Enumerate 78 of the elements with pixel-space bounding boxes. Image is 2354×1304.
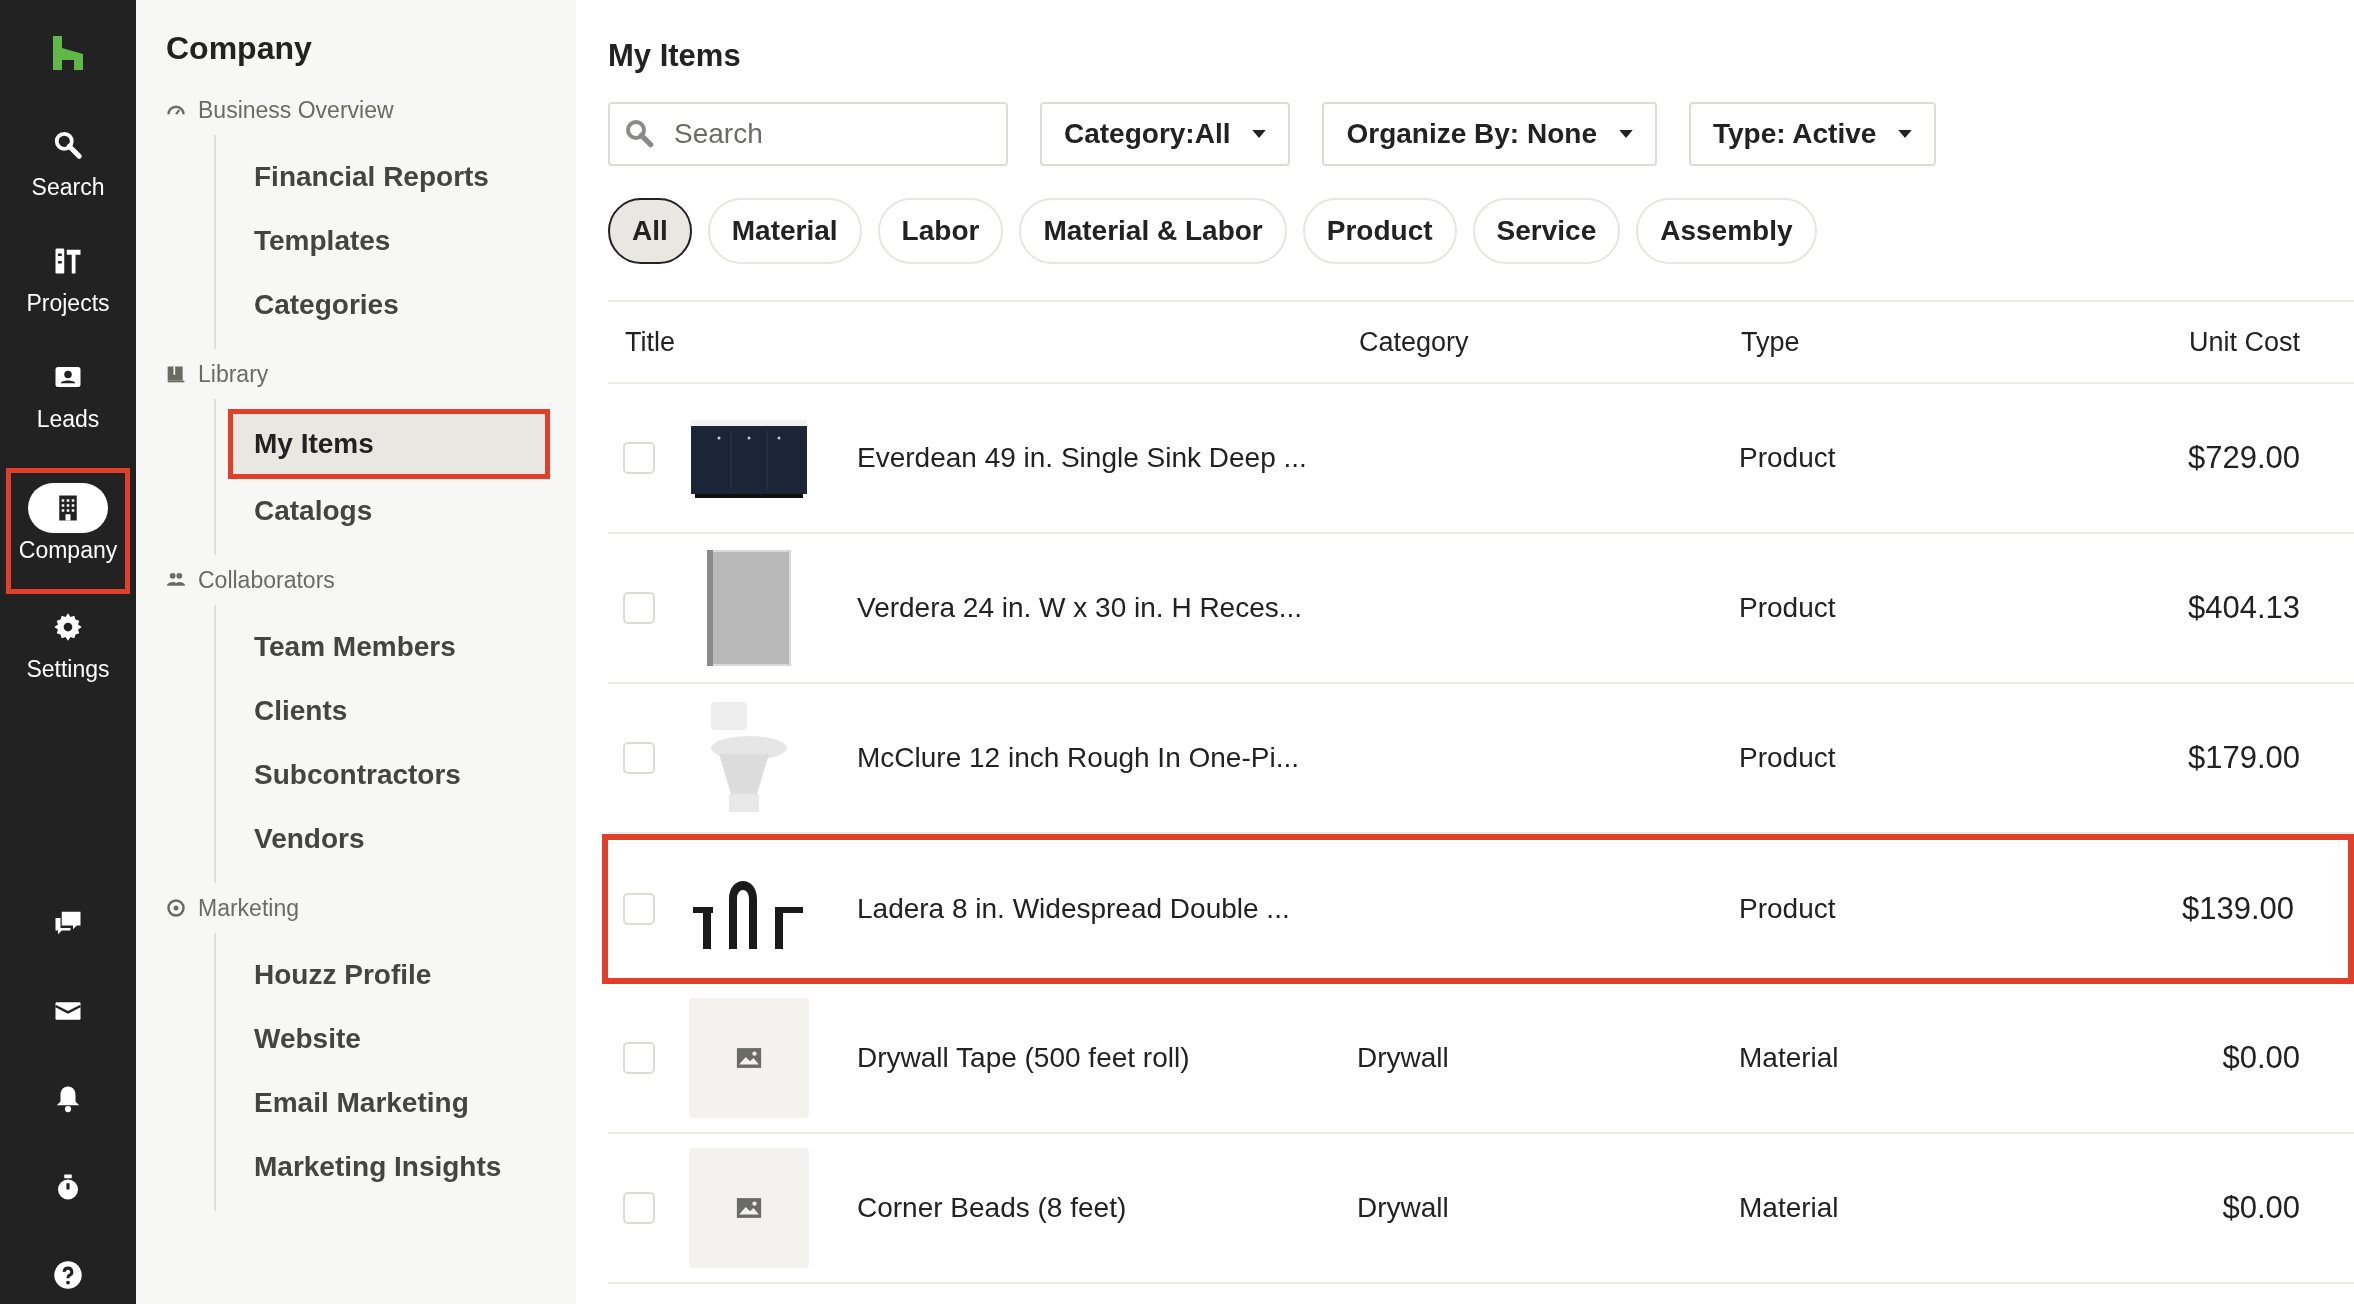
image-icon: [735, 1197, 763, 1219]
caret-icon: [1618, 129, 1633, 139]
settings-icon: [53, 612, 83, 642]
search-nav-item[interactable]: Search: [28, 120, 108, 236]
caret-icon: [1898, 129, 1913, 139]
sidebar-item[interactable]: Team Members: [216, 615, 550, 679]
settings-nav-item[interactable]: Settings: [26, 602, 110, 718]
table-cell-text: Product: [1739, 442, 1837, 474]
table-cell-text: Product: [1739, 893, 1837, 925]
table-cell-text: $404.13: [2186, 590, 2301, 626]
book-icon: [166, 364, 186, 384]
sidebar-item[interactable]: Houzz Profile: [216, 943, 550, 1007]
item-title[interactable]: Ladera 8 in. Widespread Double ...: [857, 893, 1357, 925]
row-checkbox[interactable]: [623, 742, 655, 774]
help-icon[interactable]: [53, 1260, 83, 1290]
row-checkbox[interactable]: [623, 1042, 655, 1074]
column-header[interactable]: Title: [608, 326, 1342, 358]
target-icon: [166, 898, 186, 918]
table-cell-text: Drywall: [1357, 1042, 1450, 1074]
section-heading: Collaborators: [198, 566, 335, 594]
sidebar-title: Company: [166, 30, 313, 67]
page-title: My Items: [608, 38, 742, 74]
sidebar-item[interactable]: Clients: [216, 679, 550, 743]
sidebar-item[interactable]: Categories: [216, 273, 550, 337]
item-title[interactable]: McClure 12 inch Rough In One-Pi...: [857, 742, 1357, 774]
column-header[interactable]: Type: [1724, 326, 2094, 358]
column-header[interactable]: Unit Cost: [2094, 326, 2354, 358]
table-cell-text: $179.00: [2186, 740, 2301, 776]
row-checkbox[interactable]: [623, 592, 655, 624]
company-nav-item[interactable]: Company: [18, 473, 118, 589]
filter-chip[interactable]: Assembly: [1636, 198, 1817, 264]
filter-chip[interactable]: All: [608, 198, 692, 264]
item-title[interactable]: Drywall Tape (500 feet roll): [857, 1042, 1357, 1074]
filter-dropdown[interactable]: Organize By: None: [1322, 102, 1657, 166]
tools-icon: [53, 246, 83, 276]
caret-icon: [1252, 129, 1267, 139]
filter-chip[interactable]: Material & Labor: [1019, 198, 1287, 264]
sidebar-item[interactable]: Website: [216, 1007, 550, 1071]
filter-dropdown[interactable]: Category:All: [1040, 102, 1291, 166]
table-cell-text: $139.00: [2180, 891, 2295, 927]
table-cell-text: Product: [1739, 742, 1837, 774]
filter-chip[interactable]: Service: [1472, 198, 1621, 264]
sidebar-item[interactable]: My Items: [233, 414, 545, 474]
section-heading: Marketing: [198, 894, 299, 922]
table-cell-text: $0.00: [2221, 1040, 2301, 1076]
filter-chip[interactable]: Material: [707, 198, 862, 264]
table-cell-text: Material: [1739, 1192, 1840, 1224]
table-cell-text: Product: [1739, 592, 1837, 624]
sidebar-item[interactable]: Financial Reports: [216, 145, 550, 209]
filter-chip[interactable]: Labor: [877, 198, 1004, 264]
logo-icon[interactable]: [53, 36, 83, 70]
table-cell-text: Drywall: [1357, 1192, 1450, 1224]
sidebar-item[interactable]: Email Marketing: [216, 1071, 550, 1135]
item-title[interactable]: Everdean 49 in. Single Sink Deep ...: [857, 442, 1357, 474]
table-cell-text: $0.00: [2221, 1190, 2301, 1226]
filter-chip[interactable]: Product: [1302, 198, 1457, 264]
search-icon: [53, 130, 83, 160]
item-title[interactable]: Corner Beads (8 feet): [857, 1192, 1357, 1224]
search-icon: [624, 118, 656, 150]
table-cell-text: Material: [1739, 1042, 1840, 1074]
section-heading: Business Overview: [198, 96, 394, 124]
row-checkbox[interactable]: [623, 1192, 655, 1224]
item-title[interactable]: Verdera 24 in. W x 30 in. H Reces...: [857, 592, 1357, 624]
table-cell-text: $729.00: [2186, 440, 2301, 476]
sidebar-item[interactable]: Marketing Insights: [216, 1135, 550, 1199]
section-heading: Library: [198, 360, 269, 388]
row-checkbox[interactable]: [623, 442, 655, 474]
search-field[interactable]: Search: [608, 102, 1008, 166]
leads-nav-item[interactable]: Leads: [28, 352, 108, 468]
sidebar-item[interactable]: Templates: [216, 209, 550, 273]
column-header[interactable]: Category: [1342, 326, 1724, 358]
projects-nav-item[interactable]: Projects: [26, 236, 110, 352]
sidebar-item[interactable]: Subcontractors: [216, 743, 550, 807]
filter-dropdown[interactable]: Type: Active: [1688, 102, 1937, 166]
sidebar-item[interactable]: Vendors: [216, 807, 550, 871]
row-checkbox[interactable]: [623, 893, 655, 925]
sidebar-item[interactable]: Catalogs: [216, 479, 550, 543]
image-icon: [735, 1047, 763, 1069]
